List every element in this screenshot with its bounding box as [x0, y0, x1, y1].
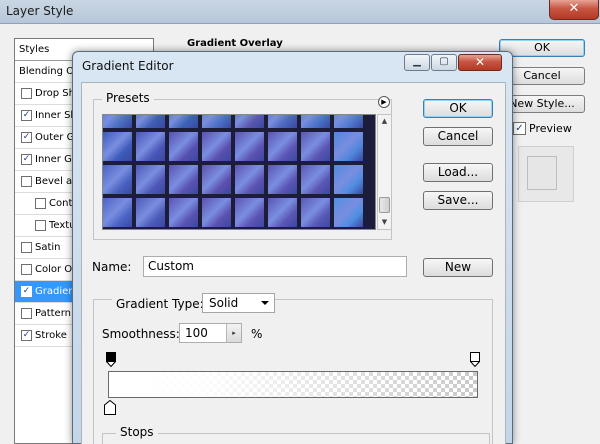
gradient-overlay-group-title: Gradient Overlay: [187, 38, 283, 49]
style-item-checkbox[interactable]: ✓: [21, 154, 32, 165]
style-item-checkbox[interactable]: ✓: [21, 286, 32, 297]
preset-swatch[interactable]: [168, 131, 199, 162]
layer-style-titlebar[interactable]: Layer Style ✕: [0, 0, 600, 24]
opacity-stop-right[interactable]: [470, 352, 480, 367]
style-item-checkbox[interactable]: [35, 220, 46, 231]
preset-swatch[interactable]: [234, 197, 265, 228]
preset-swatch[interactable]: [168, 197, 199, 228]
preset-swatch[interactable]: [300, 197, 331, 228]
presets-grid: [102, 114, 376, 230]
smoothness-unit: %: [251, 327, 263, 341]
preset-swatch[interactable]: [234, 131, 265, 162]
gradient-editor-title: Gradient Editor: [82, 59, 174, 73]
preset-swatch[interactable]: [135, 197, 166, 228]
preset-swatch[interactable]: [267, 197, 298, 228]
preset-swatch[interactable]: [333, 164, 364, 195]
style-item-label: Outer Gl: [35, 132, 78, 143]
gradient-editor-close-button[interactable]: ✕: [458, 54, 502, 71]
new-gradient-button[interactable]: New: [423, 258, 493, 277]
smoothness-label: Smoothness:: [102, 327, 180, 341]
style-item-label: Drop Sh: [35, 88, 75, 99]
preset-swatch[interactable]: [333, 197, 364, 228]
preset-swatch[interactable]: [201, 197, 232, 228]
gradient-editor-client: Presets ▶ ▲ ▼ OK Cancel Load... Save... …: [81, 82, 506, 444]
style-item-label: Gradien: [35, 286, 75, 297]
preset-swatch[interactable]: [103, 164, 133, 195]
opacity-stop-left[interactable]: [106, 352, 116, 367]
style-preview-swatch: [527, 156, 557, 190]
preset-swatch[interactable]: [201, 115, 232, 129]
preset-swatch[interactable]: [168, 115, 199, 129]
preset-swatch[interactable]: [333, 115, 364, 129]
preset-swatch[interactable]: [267, 131, 298, 162]
style-item-label: Stroke: [35, 330, 67, 341]
preset-swatch[interactable]: [201, 164, 232, 195]
preset-swatch[interactable]: [300, 115, 331, 129]
style-item-label: Inner Sh: [35, 110, 77, 121]
preset-swatch[interactable]: [300, 164, 331, 195]
preset-swatch[interactable]: [135, 115, 166, 129]
style-item-checkbox[interactable]: [21, 176, 32, 187]
dropdown-arrow-icon: [261, 301, 269, 305]
preset-swatch[interactable]: [333, 131, 364, 162]
scroll-down-icon[interactable]: ▼: [378, 216, 391, 229]
load-button[interactable]: Load...: [423, 163, 493, 182]
preset-swatch[interactable]: [201, 131, 232, 162]
gradient-type-label: Gradient Type:: [112, 297, 208, 311]
presets-menu-icon[interactable]: ▶: [378, 96, 390, 108]
preset-swatch[interactable]: [267, 164, 298, 195]
style-item-checkbox[interactable]: [21, 308, 32, 319]
preset-swatch[interactable]: [135, 131, 166, 162]
preview-checkbox[interactable]: ✓: [513, 122, 526, 135]
presets-label: Presets: [102, 91, 154, 105]
preset-swatch[interactable]: [300, 131, 331, 162]
minimize-button[interactable]: ▁: [404, 54, 430, 71]
scroll-up-icon[interactable]: ▲: [378, 115, 391, 128]
preset-swatch[interactable]: [168, 164, 199, 195]
style-item-checkbox[interactable]: [21, 88, 32, 99]
preset-swatch[interactable]: [103, 131, 133, 162]
style-item-checkbox[interactable]: ✓: [21, 132, 32, 143]
scroll-thumb[interactable]: [379, 197, 390, 213]
preset-swatch[interactable]: [234, 115, 265, 129]
color-stop-left[interactable]: [104, 400, 116, 415]
preset-swatch[interactable]: [135, 164, 166, 195]
gradient-preview-bar[interactable]: [108, 371, 478, 398]
preset-swatch[interactable]: [234, 164, 265, 195]
style-item-checkbox[interactable]: ✓: [21, 330, 32, 341]
name-input[interactable]: Custom: [143, 256, 407, 277]
layer-style-close-button[interactable]: ✕: [549, 0, 599, 20]
preview-label: Preview: [529, 122, 572, 135]
stops-group: [102, 433, 490, 444]
name-label: Name:: [92, 260, 132, 274]
maximize-button[interactable]: ▢: [431, 54, 457, 71]
gradient-type-select[interactable]: Solid: [202, 293, 275, 313]
preset-swatch[interactable]: [103, 197, 133, 228]
gradient-editor-window: Gradient Editor ▁ ▢ ✕ Presets ▶ ▲ ▼ OK C…: [72, 51, 513, 444]
gradient-ok-button[interactable]: OK: [423, 99, 493, 118]
save-button[interactable]: Save...: [423, 191, 493, 210]
style-item-checkbox[interactable]: [21, 264, 32, 275]
style-item-label: Inner Gl: [35, 154, 75, 165]
preset-swatch[interactable]: [103, 115, 133, 129]
gradient-type-value: Solid: [209, 296, 239, 310]
gradient-cancel-button[interactable]: Cancel: [423, 127, 493, 146]
preset-swatch[interactable]: [267, 115, 298, 129]
smoothness-stepper-icon[interactable]: ▸: [226, 324, 241, 342]
style-item-checkbox[interactable]: [21, 242, 32, 253]
presets-scrollbar[interactable]: ▲ ▼: [377, 114, 392, 230]
style-item-label: Satin: [35, 242, 61, 253]
style-item-checkbox[interactable]: ✓: [21, 110, 32, 121]
stops-label: Stops: [116, 425, 158, 439]
style-item-checkbox[interactable]: [35, 198, 46, 209]
layer-style-title: Layer Style: [6, 4, 74, 18]
